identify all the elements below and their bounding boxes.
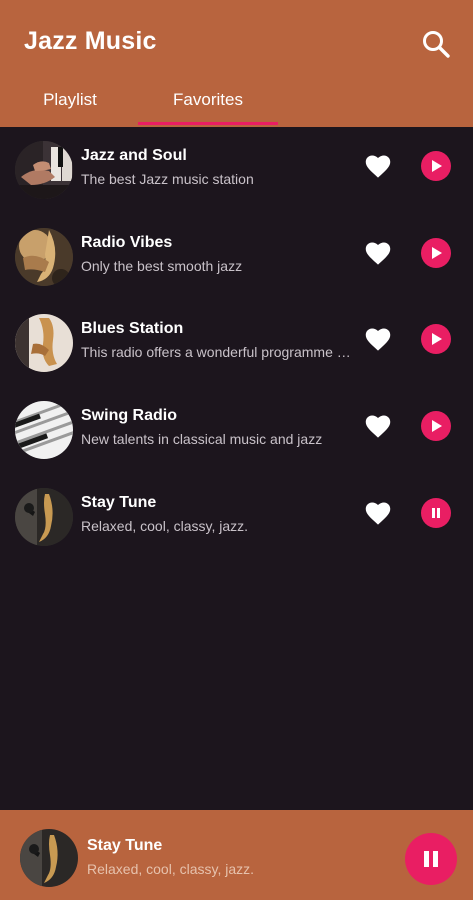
app-bar: Jazz Music Playlist Favorites (0, 0, 473, 127)
pause-button[interactable] (421, 497, 451, 528)
station-name: Stay Tune (81, 493, 157, 511)
search-button[interactable] (416, 24, 456, 64)
station-thumbnail (15, 227, 73, 286)
station-description: This radio offers a wonderful programme … (81, 344, 353, 361)
station-description: Relaxed, cool, classy, jazz. (81, 517, 249, 534)
station-thumbnail (15, 401, 73, 460)
station-row[interactable]: Blues Station This radio offers a wonder… (0, 300, 473, 387)
favorite-button[interactable] (363, 498, 393, 528)
station-thumbnail (15, 314, 73, 373)
search-icon (423, 31, 450, 58)
play-icon (432, 160, 442, 172)
station-row[interactable]: Stay Tune Relaxed, cool, classy, jazz. (0, 474, 473, 561)
now-playing-bar[interactable]: Stay Tune Relaxed, cool, classy, jazz. (0, 810, 473, 900)
now-playing-thumbnail (20, 829, 78, 887)
play-button[interactable] (421, 237, 451, 268)
station-description: The best Jazz music station (81, 171, 254, 187)
favorite-button[interactable] (363, 411, 393, 441)
station-name: Blues Station (81, 320, 184, 338)
favorite-button[interactable] (363, 238, 393, 268)
station-description: New talents in classical music and jazz (81, 431, 323, 448)
now-playing-name: Stay Tune (87, 837, 163, 854)
play-icon (432, 420, 442, 433)
station-thumbnail (15, 141, 73, 199)
station-thumbnail (15, 487, 73, 546)
play-icon (432, 333, 442, 346)
favorite-button[interactable] (363, 324, 393, 354)
tab-playlist[interactable]: Playlist (0, 72, 140, 127)
favorite-button[interactable] (363, 151, 393, 181)
active-tab-indicator (138, 122, 278, 125)
play-button[interactable] (421, 151, 451, 181)
heart-icon (365, 415, 391, 438)
play-button[interactable] (421, 411, 451, 442)
now-playing-description: Relaxed, cool, classy, jazz. (87, 861, 255, 877)
station-description: Only the best smooth jazz (81, 257, 243, 274)
tab-bar: Playlist Favorites (0, 72, 473, 127)
station-name: Jazz and Soul (81, 147, 187, 164)
app-title: Jazz Music (24, 27, 157, 55)
station-row[interactable]: Jazz and Soul The best Jazz music statio… (0, 127, 473, 214)
pause-icon (432, 507, 440, 518)
station-row[interactable]: Radio Vibes Only the best smooth jazz (0, 214, 473, 301)
play-icon (432, 246, 442, 259)
heart-icon (365, 502, 391, 525)
heart-icon (365, 328, 391, 352)
player-pause-button[interactable] (405, 833, 457, 885)
pause-icon (424, 851, 438, 867)
station-list: Jazz and Soul The best Jazz music statio… (0, 127, 473, 560)
heart-icon (365, 242, 391, 265)
station-name: Swing Radio (81, 407, 177, 425)
play-button[interactable] (421, 324, 451, 355)
station-name: Radio Vibes (81, 233, 173, 251)
station-row[interactable]: Swing Radio New talents in classical mus… (0, 387, 473, 474)
heart-icon (365, 155, 391, 178)
tab-favorites[interactable]: Favorites (138, 72, 278, 127)
